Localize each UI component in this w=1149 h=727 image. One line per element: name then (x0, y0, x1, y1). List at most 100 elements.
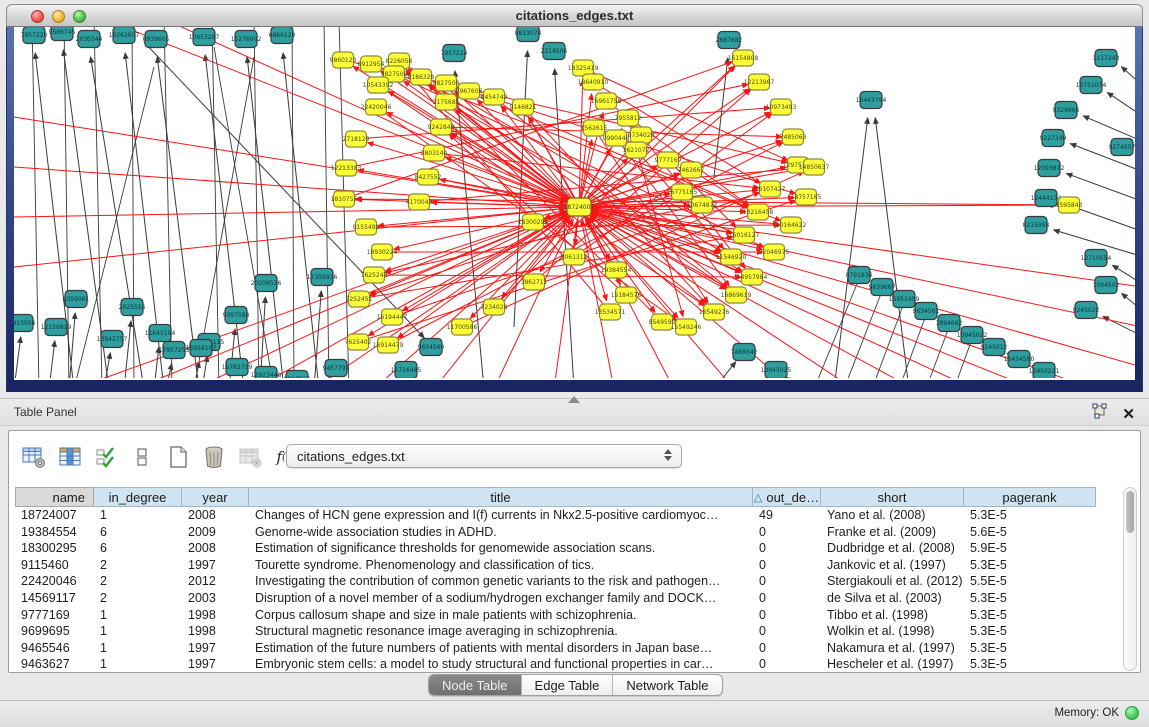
status-bar: Memory: OK (0, 700, 1149, 727)
table-cell-out_degree: 0 (753, 640, 821, 657)
table-row[interactable]: 2242004622012Investigating the contribut… (15, 573, 1096, 590)
svg-text:10674872: 10674872 (687, 202, 718, 209)
svg-text:8427552: 8427552 (415, 174, 442, 181)
svg-text:9097588: 9097588 (223, 312, 250, 319)
column-header-year[interactable]: year (182, 487, 249, 507)
svg-text:3913954: 3913954 (14, 320, 36, 327)
table-row[interactable]: 1938455462009Genome-wide association stu… (15, 524, 1096, 541)
svg-text:9329966: 9329966 (1053, 107, 1080, 114)
svg-text:9274557: 9274557 (1109, 144, 1135, 151)
network-svg: 7957220950674520303441626260789396051065… (14, 27, 1135, 378)
network-window-titlebar[interactable]: citations_edges.txt (6, 4, 1143, 27)
svg-text:12450221: 12450221 (1029, 368, 1060, 375)
network-canvas[interactable]: 7957220950674520303441626260789396051065… (14, 27, 1135, 380)
row-height-icon[interactable] (127, 442, 157, 472)
table-cell-name: 18300295 (15, 540, 94, 557)
svg-text:9245012: 9245012 (981, 344, 1008, 351)
column-header-short[interactable]: short (821, 487, 964, 507)
column-header-out-degree[interactable]: △ out_de… (753, 487, 821, 507)
tab-node-table[interactable]: Node Table (429, 675, 521, 695)
svg-text:18930224: 18930224 (367, 249, 398, 256)
svg-text:8939605: 8939605 (143, 36, 170, 43)
table-cell-year: 2008 (182, 507, 249, 524)
svg-text:8226058: 8226058 (386, 58, 413, 65)
table-vertical-scrollbar[interactable] (1123, 487, 1137, 671)
svg-text:15716485: 15716485 (391, 367, 422, 374)
table-cell-in_degree: 1 (94, 640, 182, 657)
scrollbar-thumb[interactable] (1126, 491, 1134, 533)
table-cell-in_degree: 1 (94, 607, 182, 624)
svg-text:9634560: 9634560 (418, 344, 445, 351)
svg-text:9639667: 9639667 (869, 284, 896, 291)
float-panel-icon[interactable] (1092, 403, 1108, 424)
svg-text:18757165: 18757165 (791, 194, 822, 201)
svg-text:17359926: 17359926 (307, 274, 338, 281)
table-cell-short: Hescheler et al. (1997) (821, 656, 964, 673)
svg-text:22046975: 22046975 (759, 249, 790, 256)
svg-text:16016127: 16016127 (729, 232, 760, 239)
table-cell-out_degree: 49 (753, 507, 821, 524)
svg-text:2803144: 2803144 (421, 150, 448, 157)
close-panel-icon[interactable]: ✕ (1122, 405, 1135, 423)
delete-rows-trash-icon[interactable] (199, 442, 229, 472)
column-header-in-degree[interactable]: in_degree (94, 487, 182, 507)
table-row[interactable]: 946362711997Embryonic stem cells: a mode… (15, 656, 1096, 673)
select-rows-icon[interactable] (91, 442, 121, 472)
svg-text:16869619: 16869619 (721, 292, 752, 299)
table-cell-in_degree: 6 (94, 540, 182, 557)
tab-network-table[interactable]: Network Table (612, 675, 721, 695)
svg-text:2030344: 2030344 (76, 36, 103, 43)
svg-text:8549590: 8549590 (649, 319, 676, 326)
svg-text:13216458: 13216458 (743, 209, 774, 216)
svg-text:1094502: 1094502 (1093, 282, 1120, 289)
table-cell-year: 1997 (182, 557, 249, 574)
table-cell-short: Yano et al. (2008) (821, 507, 964, 524)
delete-table-icon-disabled[interactable] (235, 442, 265, 472)
svg-text:2718129: 2718129 (343, 136, 370, 143)
svg-text:16262607: 16262607 (109, 32, 140, 39)
table-cell-title: Investigating the contribution of common… (249, 573, 753, 590)
table-panel-title: Table Panel (14, 405, 77, 419)
table-row[interactable]: 977716911998Corpus callosum shape and si… (15, 607, 1096, 624)
column-header-pagerank[interactable]: pagerank (964, 487, 1096, 507)
table-cell-short: Wolkin et al. (1998) (821, 623, 964, 640)
table-row[interactable]: 1872400712008Changes of HCN gene express… (15, 507, 1096, 524)
table-settings-icon[interactable] (19, 442, 49, 472)
svg-text:9990448: 9990448 (603, 135, 630, 142)
svg-text:16914479: 16914479 (373, 342, 404, 349)
table-cell-name: 9465546 (15, 640, 94, 657)
table-cell-short: Tibbo et al. (1998) (821, 607, 964, 624)
tab-edge-table[interactable]: Edge Table (521, 675, 613, 695)
svg-text:20206536: 20206536 (251, 280, 282, 287)
svg-text:7957224: 7957224 (441, 50, 468, 57)
table-cell-pagerank: 5.3E-5 (964, 590, 1096, 607)
svg-text:16107427: 16107427 (755, 186, 786, 193)
table-row[interactable]: 911546021997Tourette syndrome. Phenomeno… (15, 557, 1096, 574)
table-cell-year: 2009 (182, 524, 249, 541)
svg-text:12156819: 12156819 (41, 324, 72, 331)
show-column-icon[interactable] (55, 442, 85, 472)
table-cell-title: Estimation of significance thresholds fo… (249, 540, 753, 557)
table-row[interactable]: 969969511998Structural magnetic resonanc… (15, 623, 1096, 640)
table-row[interactable]: 1456911722003Disruption of a novel membe… (15, 590, 1096, 607)
column-header-name[interactable]: name (15, 487, 94, 507)
svg-text:16951409: 16951409 (889, 296, 920, 303)
svg-text:15184576: 15184576 (611, 292, 642, 299)
svg-text:7957220: 7957220 (21, 32, 48, 39)
table-cell-year: 1998 (182, 623, 249, 640)
svg-text:2687682: 2687682 (716, 37, 743, 44)
table-row[interactable]: 946554611997Estimation of the future num… (15, 640, 1096, 657)
table-row[interactable]: 1830029562008Estimation of significance … (15, 540, 1096, 557)
table-cell-pagerank: 5.6E-5 (964, 524, 1096, 541)
split-pane-handle[interactable] (568, 396, 580, 403)
table-selector-dropdown[interactable]: citations_edges.txt (286, 444, 682, 468)
column-header-title[interactable]: title (249, 487, 753, 507)
table-cell-pagerank: 5.3E-5 (964, 623, 1096, 640)
table-cell-year: 2003 (182, 590, 249, 607)
table-cell-pagerank: 5.3E-5 (964, 640, 1096, 657)
table-cell-out_degree: 0 (753, 557, 821, 574)
svg-text:4170043: 4170043 (406, 199, 433, 206)
table-selector-value: citations_edges.txt (297, 449, 405, 464)
new-document-icon[interactable] (163, 442, 193, 472)
svg-text:16434580: 16434580 (1004, 356, 1035, 363)
